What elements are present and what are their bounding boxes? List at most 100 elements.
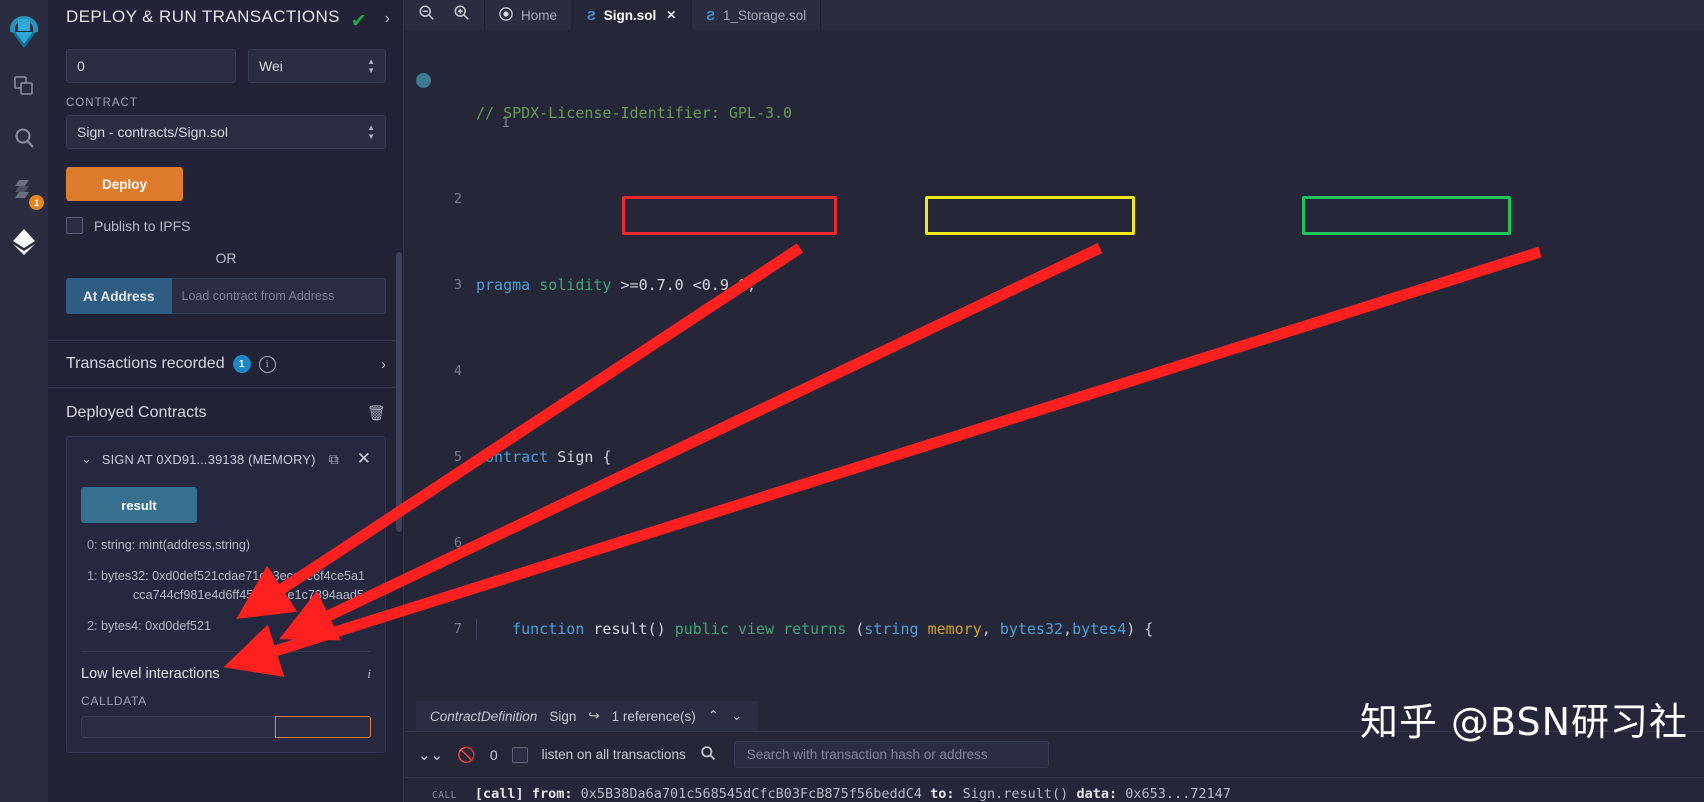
- zoom-out-icon[interactable]: [418, 4, 435, 26]
- deploy-run-panel: DEPLOY & RUN TRANSACTIONS ✔ › 0 Wei ▲ ▼ C…: [48, 0, 404, 802]
- zoom-in-icon[interactable]: [453, 4, 470, 26]
- transactions-recorded-count: 1: [232, 355, 251, 373]
- zoom-controls: [404, 0, 484, 30]
- line-number-5: 5: [404, 447, 476, 469]
- calldata-label: CALLDATA: [81, 694, 147, 708]
- file-explorer-icon[interactable]: [0, 60, 48, 112]
- trash-icon[interactable]: 🗑: [367, 404, 386, 422]
- low-level-interactions-label: Low level interactions: [81, 666, 220, 682]
- chevron-updown-icon: ▲ ▼: [367, 57, 375, 75]
- search-icon[interactable]: [0, 112, 48, 164]
- listen-all-transactions-label: listen on all transactions: [541, 747, 686, 762]
- deployed-contract-card: ⌄ SIGN AT 0XD91...39138 (MEMORY) ⧉ ✕ res…: [66, 436, 386, 753]
- info-icon[interactable]: i: [258, 355, 276, 373]
- transact-button[interactable]: [275, 716, 371, 738]
- publish-ipfs-row[interactable]: Publish to IPFS: [66, 217, 386, 234]
- calldata-input[interactable]: [81, 716, 275, 738]
- publish-ipfs-checkbox[interactable]: [66, 217, 83, 234]
- log-from-value: 0x5B38Da6a701c568545dCfcB03FcB875f56bedd…: [580, 786, 922, 802]
- line-number-2: 2: [404, 189, 476, 211]
- deploy-button[interactable]: Deploy: [66, 167, 183, 201]
- return-text-1: bytes32: 0xd0def521cdae71c63ecace6f4ce5a…: [101, 569, 365, 584]
- return-index-1: 1:: [87, 569, 98, 584]
- code-text-7: function result() public view returns (s…: [476, 618, 1704, 640]
- log-from-label: from:: [531, 786, 573, 802]
- return-text-1-cont: cca744cf981e4d6ff45cdd07e1c7394aad5: [133, 587, 364, 602]
- contract-select-value: Sign - contracts/Sign.sol: [77, 124, 228, 140]
- return-index-0: 0:: [87, 538, 98, 552]
- check-icon: ✔: [350, 11, 367, 32]
- value-input[interactable]: 0: [66, 49, 236, 83]
- code-line-3: 3 pragma solidity >=0.7.0 <0.9.0;: [404, 275, 1704, 297]
- at-address-button[interactable]: At Address: [66, 278, 172, 314]
- contract-label: CONTRACT: [66, 97, 138, 109]
- tab-1-storage-sol[interactable]: Ƨ 1_Storage.sol: [691, 0, 822, 30]
- return-value-1: 1: bytes32: 0xd0def521cdae71c63ecace6f4c…: [81, 567, 371, 604]
- log-data-value: 0x653...72147: [1125, 786, 1231, 802]
- chevron-up-icon[interactable]: ⌃: [708, 708, 719, 724]
- gutter-number: 3: [453, 276, 462, 293]
- at-address-input[interactable]: Load contract from Address: [171, 278, 386, 314]
- low-level-interactions-header: Low level interactions i: [81, 652, 371, 682]
- chevron-right-icon[interactable]: ›: [381, 356, 386, 373]
- result-function-button[interactable]: result: [81, 487, 197, 523]
- copy-icon[interactable]: ⧉: [329, 451, 339, 468]
- reference-bar: ContractDefinition Sign ↪ 1 reference(s)…: [416, 701, 759, 731]
- solidity-icon: Ƨ: [587, 7, 596, 23]
- or-divider-label: OR: [215, 250, 237, 266]
- listen-all-transactions-checkbox[interactable]: [511, 746, 528, 763]
- tab-home[interactable]: Home: [484, 0, 573, 30]
- info-icon[interactable]: i: [367, 666, 371, 682]
- line-number-4: 4: [404, 361, 476, 383]
- log-prefix: [call]: [474, 786, 524, 802]
- solidity-compiler-icon[interactable]: 1: [0, 164, 48, 216]
- gutter-number: 7: [453, 620, 462, 637]
- call-tag: CALL: [432, 790, 457, 801]
- editor-tabbar: Home Ƨ Sign.sol ✕ Ƨ 1_Storage.sol: [404, 0, 1704, 30]
- close-icon[interactable]: ✕: [357, 449, 371, 469]
- chevron-right-icon[interactable]: ›: [385, 10, 390, 28]
- green-highlight-box: [1302, 196, 1511, 235]
- gutter-number: 6: [453, 534, 462, 551]
- deployed-contracts-header: Deployed Contracts 🗑: [48, 388, 404, 432]
- search-icon[interactable]: [700, 745, 716, 765]
- close-icon[interactable]: ✕: [666, 8, 676, 22]
- publish-ipfs-label: Publish to IPFS: [94, 217, 191, 234]
- gutter-number: 2: [453, 190, 462, 207]
- collapse-all-icon[interactable]: ⌄⌄: [418, 746, 443, 764]
- code-text-1: // SPDX-License-Identifier: GPL-3.0: [476, 103, 793, 122]
- goto-reference-icon[interactable]: ↪: [588, 708, 599, 724]
- return-value-0: 0: string: mint(address,string): [81, 536, 371, 554]
- chevron-down-icon[interactable]: ⌄: [731, 708, 742, 724]
- breakpoint-marker-icon[interactable]: [416, 73, 431, 89]
- code-editor[interactable]: 1 // SPDX-License-Identifier: GPL-3.0 2 …: [404, 30, 1704, 731]
- value-row: 0 Wei ▲ ▼: [66, 49, 386, 83]
- code-line-4: 4: [404, 361, 1704, 383]
- terminal-log-row[interactable]: CALL [call] from: 0x5B38Da6a701c568545dC…: [404, 777, 1704, 802]
- gutter-number: 4: [453, 362, 462, 379]
- panel-scrollbar[interactable]: [396, 252, 402, 532]
- clear-console-icon[interactable]: 🚫: [457, 746, 476, 764]
- chevron-down-icon[interactable]: ⌄: [81, 451, 92, 467]
- unit-select[interactable]: Wei ▲ ▼: [248, 49, 386, 83]
- line-number-3: 3: [404, 275, 476, 297]
- page-title: DEPLOY & RUN TRANSACTIONS: [66, 7, 340, 26]
- contract-card-header[interactable]: ⌄ SIGN AT 0XD91...39138 (MEMORY) ⧉ ✕: [81, 449, 371, 469]
- transactions-recorded-section[interactable]: Transactions recorded 1 i ›: [48, 340, 404, 388]
- deploy-run-icon[interactable]: [0, 216, 48, 268]
- line-number-1: 1: [404, 70, 510, 156]
- editor-area: Home Ƨ Sign.sol ✕ Ƨ 1_Storage.sol 1 // S…: [404, 0, 1704, 802]
- tab-sign-sol[interactable]: Ƨ Sign.sol ✕: [572, 0, 692, 30]
- return-value-2: 2: bytes4: 0xd0def521: [81, 617, 371, 635]
- solidity-icon: Ƨ: [706, 7, 715, 23]
- return-text-2: bytes4: 0xd0def521: [101, 618, 211, 633]
- calldata-row: [81, 716, 371, 738]
- deployed-contracts-label: Deployed Contracts: [66, 404, 207, 421]
- gutter-number: 5: [453, 448, 462, 465]
- contract-select[interactable]: Sign - contracts/Sign.sol ▲ ▼: [66, 115, 386, 149]
- code-line-6: 6: [404, 533, 1704, 555]
- code-line-7: 7 function result() public view returns …: [404, 618, 1704, 640]
- remix-logo-icon[interactable]: [0, 4, 48, 60]
- chevron-updown-icon: ▲ ▼: [367, 123, 375, 141]
- terminal-search-input[interactable]: Search with transaction hash or address: [733, 741, 1049, 768]
